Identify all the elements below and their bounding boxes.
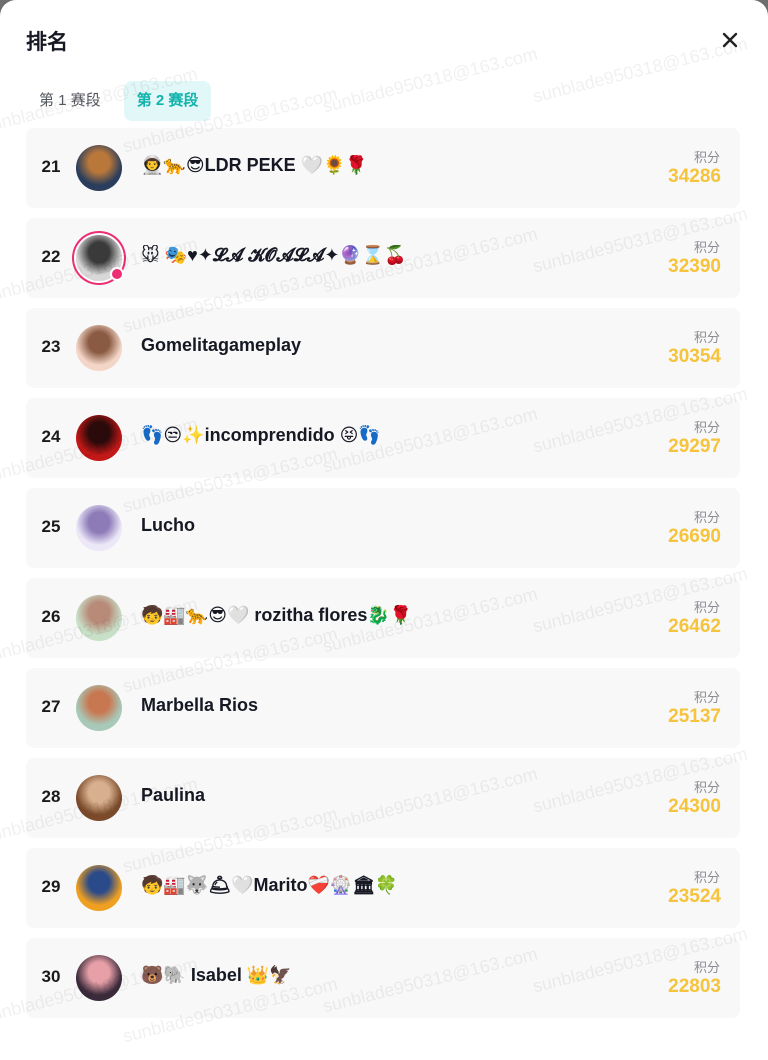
- rank-number: 26: [41, 607, 61, 626]
- rank-number: 23: [41, 337, 61, 356]
- user-name[interactable]: 🐭 🎭♥✦𝓛𝓐 𝓚𝓞𝓐𝓛𝓐✦🔮⌛🍒: [141, 245, 600, 266]
- modal-header: 排名: [0, 0, 768, 78]
- points-value: 34286: [668, 166, 721, 187]
- points-label: 积分: [693, 150, 720, 165]
- user-name[interactable]: Paulina: [141, 785, 600, 806]
- user-name[interactable]: 🐻🐘 Isabel 👑🦅: [141, 965, 600, 986]
- avatar[interactable]: [76, 955, 122, 1001]
- avatar[interactable]: [76, 505, 122, 551]
- close-icon: [722, 32, 738, 48]
- user-name[interactable]: Gomelitagameplay: [141, 335, 600, 356]
- ranking-row[interactable]: 23 Gomelitagameplay 积分 30354: [26, 308, 740, 388]
- user-name[interactable]: 👨‍🚀🐆😎LDR PEKE 🤍🌻🌹: [141, 155, 600, 176]
- close-button[interactable]: [718, 28, 742, 52]
- avatar[interactable]: [76, 685, 122, 731]
- tab-stage-2[interactable]: 第 2 赛段: [123, 81, 212, 121]
- avatar[interactable]: [76, 595, 122, 641]
- stage-tabs: 第 1 赛段 第 2 赛段: [26, 81, 212, 121]
- points-label: 积分: [693, 870, 720, 885]
- avatar[interactable]: [76, 325, 122, 371]
- ranking-row[interactable]: 26 🧒🏭🐆😎🤍 rozitha flores🐉🌹 积分 26462: [26, 578, 740, 658]
- points-label: 积分: [693, 600, 720, 615]
- rank-number: 28: [41, 787, 61, 806]
- points-value: 23524: [668, 886, 721, 907]
- ranking-list: 21 👨‍🚀🐆😎LDR PEKE 🤍🌻🌹 积分 34286 22 🐭 🎭♥✦𝓛𝓐 𝓚𝓞𝓐𝓛…: [26, 128, 740, 1028]
- live-badge-icon: [110, 267, 124, 281]
- ranking-row[interactable]: 22 🐭 🎭♥✦𝓛𝓐 𝓚𝓞𝓐𝓛𝓐✦🔮⌛🍒 积分 32390: [26, 218, 740, 298]
- points-value: 26462: [668, 616, 721, 637]
- user-name[interactable]: 🧒🏭🐺🛎🤍Marito❤️‍🩹🎡🏛🍀: [141, 875, 600, 896]
- rank-number: 29: [41, 877, 61, 896]
- ranking-row[interactable]: 24 👣😒✨incomprendido 😝👣 积分 29297: [26, 398, 740, 478]
- avatar[interactable]: [76, 415, 122, 461]
- rank-number: 21: [41, 157, 61, 176]
- ranking-modal: 排名 第 1 赛段 第 2 赛段 21 👨‍🚀🐆😎LDR PEKE 🤍🌻🌹 积分 34…: [0, 0, 768, 1060]
- tab-stage-1[interactable]: 第 1 赛段: [26, 81, 114, 121]
- points-value: 22803: [668, 976, 721, 997]
- points-label: 积分: [693, 690, 720, 705]
- points-value: 29297: [668, 436, 721, 457]
- points-value: 25137: [668, 706, 721, 727]
- points-label: 积分: [693, 330, 720, 345]
- ranking-row[interactable]: 29 🧒🏭🐺🛎🤍Marito❤️‍🩹🎡🏛🍀 积分 23524: [26, 848, 740, 928]
- ranking-row[interactable]: 28 Paulina 积分 24300: [26, 758, 740, 838]
- user-name[interactable]: 🧒🏭🐆😎🤍 rozitha flores🐉🌹: [141, 605, 600, 626]
- rank-number: 25: [41, 517, 61, 536]
- points-label: 积分: [693, 960, 720, 975]
- user-name[interactable]: Marbella Rios: [141, 695, 600, 716]
- ranking-row[interactable]: 25 Lucho 积分 26690: [26, 488, 740, 568]
- user-name[interactable]: Lucho: [141, 515, 600, 536]
- ranking-row[interactable]: 21 👨‍🚀🐆😎LDR PEKE 🤍🌻🌹 积分 34286: [26, 128, 740, 208]
- rank-number: 30: [41, 967, 61, 986]
- points-label: 积分: [693, 240, 720, 255]
- avatar[interactable]: [76, 775, 122, 821]
- points-label: 积分: [693, 780, 720, 795]
- user-name[interactable]: 👣😒✨incomprendido 😝👣: [141, 425, 600, 446]
- ranking-row[interactable]: 30 🐻🐘 Isabel 👑🦅 积分 22803: [26, 938, 740, 1018]
- points-label: 积分: [693, 510, 720, 525]
- points-value: 26690: [668, 526, 721, 547]
- rank-number: 22: [41, 247, 61, 266]
- points-value: 24300: [668, 796, 721, 817]
- rank-number: 24: [41, 427, 61, 446]
- ranking-row[interactable]: 27 Marbella Rios 积分 25137: [26, 668, 740, 748]
- avatar[interactable]: [76, 865, 122, 911]
- points-label: 积分: [693, 420, 720, 435]
- modal-title: 排名: [26, 31, 68, 54]
- points-value: 32390: [668, 256, 721, 277]
- avatar[interactable]: [76, 145, 122, 191]
- rank-number: 27: [41, 697, 61, 716]
- points-value: 30354: [668, 346, 721, 367]
